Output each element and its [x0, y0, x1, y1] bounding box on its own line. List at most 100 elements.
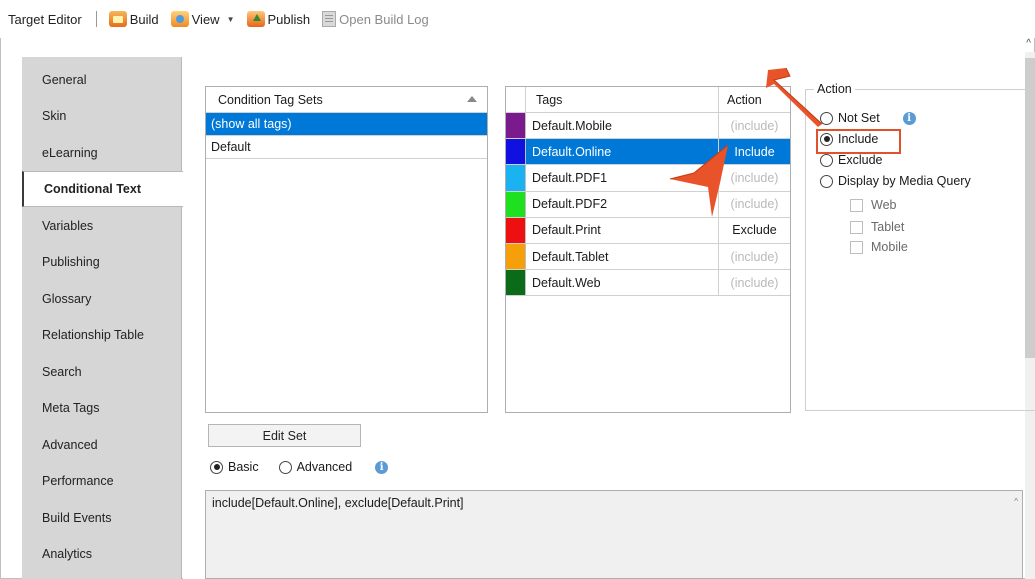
tag-action-cell[interactable]: (include) — [719, 244, 790, 269]
chevron-down-icon[interactable]: ▼ — [227, 15, 235, 24]
build-button[interactable]: Build — [105, 11, 163, 27]
tab-relationship-table[interactable]: Relationship Table — [22, 317, 182, 353]
table-row[interactable]: Default.Mobile (include) — [506, 113, 790, 140]
radio-label: Exclude — [838, 153, 883, 167]
condition-expression-text: include[Default.Online], exclude[Default… — [212, 496, 464, 510]
tags-table: Tags Action Default.Mobile (include) Defau… — [505, 86, 791, 413]
checkbox-label: Tablet — [871, 220, 905, 234]
table-row[interactable]: Default.Online Include — [506, 139, 790, 166]
column-header-label: Tags — [536, 92, 563, 107]
radio-not-set[interactable]: Not Set i — [820, 111, 916, 125]
tags-column-header[interactable]: Tags — [526, 87, 719, 112]
toolbar-divider — [95, 11, 97, 27]
tab-elearning[interactable]: eLearning — [22, 135, 182, 171]
media-checkbox-tablet[interactable]: Tablet — [850, 220, 904, 234]
table-row[interactable]: Default.Tablet (include) — [506, 243, 790, 271]
tab-glossary[interactable]: Glossary — [22, 281, 182, 317]
tab-label: Glossary — [42, 292, 92, 306]
media-checkbox-mobile[interactable]: Mobile — [850, 240, 908, 254]
tab-conditional-text[interactable]: Conditional Text — [22, 171, 183, 207]
list-item[interactable]: (show all tags) — [206, 113, 487, 136]
tab-label: Conditional Text — [44, 182, 141, 196]
tag-name-cell[interactable]: Default.Tablet — [526, 243, 719, 270]
condition-expression-box[interactable]: include[Default.Online], exclude[Default… — [205, 490, 1023, 579]
tab-label: Build Events — [42, 511, 112, 525]
table-row[interactable]: Default.PDF2 (include) — [506, 191, 790, 218]
tag-color-swatch — [506, 217, 526, 243]
tag-action-cell[interactable]: (include) — [719, 270, 790, 295]
list-item[interactable]: Default — [206, 136, 487, 159]
tag-color-swatch — [506, 139, 526, 165]
radio-advanced[interactable] — [278, 460, 292, 474]
tab-label: General — [42, 73, 87, 87]
table-row[interactable]: Default.PDF1 (include) — [506, 165, 790, 192]
color-column-header — [506, 87, 526, 112]
tab-label: Search — [42, 365, 82, 379]
column-header-label: Condition Tag Sets — [218, 92, 323, 107]
sort-ascending-icon — [467, 96, 477, 102]
radio-label: Display by Media Query — [838, 174, 971, 188]
tab-general[interactable]: General — [22, 62, 182, 98]
column-header-label: Action — [727, 92, 762, 107]
tag-name-cell[interactable]: Default.Web — [526, 270, 719, 296]
toolbar: Target Editor Build View ▼ Publish Open … — [0, 0, 1035, 38]
tab-skin[interactable]: Skin — [22, 98, 182, 134]
view-label: View — [191, 11, 220, 27]
info-icon[interactable]: i — [375, 460, 389, 474]
table-row[interactable]: Default.Web (include) — [506, 270, 790, 297]
log-icon — [322, 11, 337, 27]
condition-tag-sets-header[interactable]: Condition Tag Sets — [206, 87, 487, 113]
tab-label: Advanced — [42, 438, 98, 452]
radio-display-by-media-query[interactable]: Display by Media Query — [820, 174, 971, 188]
tab-label: Performance — [42, 474, 114, 488]
view-icon — [170, 11, 189, 27]
tab-publishing[interactable]: Publishing — [22, 244, 182, 280]
settings-tabs: General Skin eLearning Conditional Text … — [22, 57, 183, 579]
tab-search[interactable]: Search — [22, 354, 182, 390]
tab-label: Skin — [42, 109, 67, 123]
tab-variables[interactable]: Variables — [22, 208, 182, 244]
checkbox[interactable] — [850, 220, 863, 234]
tab-performance[interactable]: Performance — [22, 463, 182, 499]
info-icon[interactable]: i — [902, 111, 916, 125]
publish-icon — [246, 11, 265, 27]
list-item-label: (show all tags) — [211, 117, 292, 131]
tab-label: Meta Tags — [42, 401, 100, 415]
radio-basic[interactable] — [210, 460, 223, 474]
view-button[interactable]: View ▼ — [167, 11, 239, 27]
edit-set-button[interactable]: Edit Set — [208, 424, 361, 447]
scroll-up-icon[interactable]: ^ — [1014, 497, 1018, 506]
tab-label: Publishing — [42, 255, 100, 269]
open-build-log-button[interactable]: Open Build Log — [318, 11, 433, 27]
checkbox-label: Mobile — [871, 240, 908, 254]
tab-advanced[interactable]: Advanced — [22, 427, 182, 463]
tab-label: Variables — [42, 219, 94, 233]
scroll-up-icon[interactable]: ^ — [1026, 38, 1031, 49]
tag-color-swatch — [506, 243, 526, 270]
tags-table-body: Default.Mobile (include) Default.Online Inc… — [506, 113, 790, 297]
callout-arrow-icon — [669, 144, 729, 217]
conditional-text-panel: Condition Tag Sets (show all tags) Defau… — [183, 57, 1035, 579]
tab-analytics[interactable]: Analytics — [22, 536, 182, 572]
tag-name-cell[interactable]: Default.Mobile — [526, 113, 719, 139]
checkbox[interactable] — [850, 198, 863, 212]
action-group: Action Not Set i Include Exclude Display… — [805, 82, 1035, 411]
open-build-log-label: Open Build Log — [339, 11, 429, 27]
editor-title: Target Editor — [8, 11, 82, 27]
table-row[interactable]: Default.Print Exclude — [506, 217, 790, 244]
publish-label: Publish — [267, 11, 311, 27]
condition-tag-sets-list: Condition Tag Sets (show all tags) Defau… — [205, 86, 488, 413]
radio-circle[interactable] — [820, 153, 833, 167]
tag-color-swatch — [506, 270, 526, 296]
publish-button[interactable]: Publish — [243, 11, 315, 27]
tab-meta-tags[interactable]: Meta Tags — [22, 390, 182, 426]
checkbox[interactable] — [850, 240, 863, 254]
tab-build-events[interactable]: Build Events — [22, 500, 182, 536]
tag-name-cell[interactable]: Default.Print — [526, 217, 719, 243]
radio-exclude[interactable]: Exclude — [820, 153, 882, 167]
radio-advanced-label: Advanced — [296, 460, 353, 474]
tag-action-cell[interactable]: Exclude — [719, 218, 790, 243]
build-icon — [108, 11, 127, 27]
radio-circle[interactable] — [820, 174, 833, 188]
media-checkbox-web[interactable]: Web — [850, 198, 896, 212]
